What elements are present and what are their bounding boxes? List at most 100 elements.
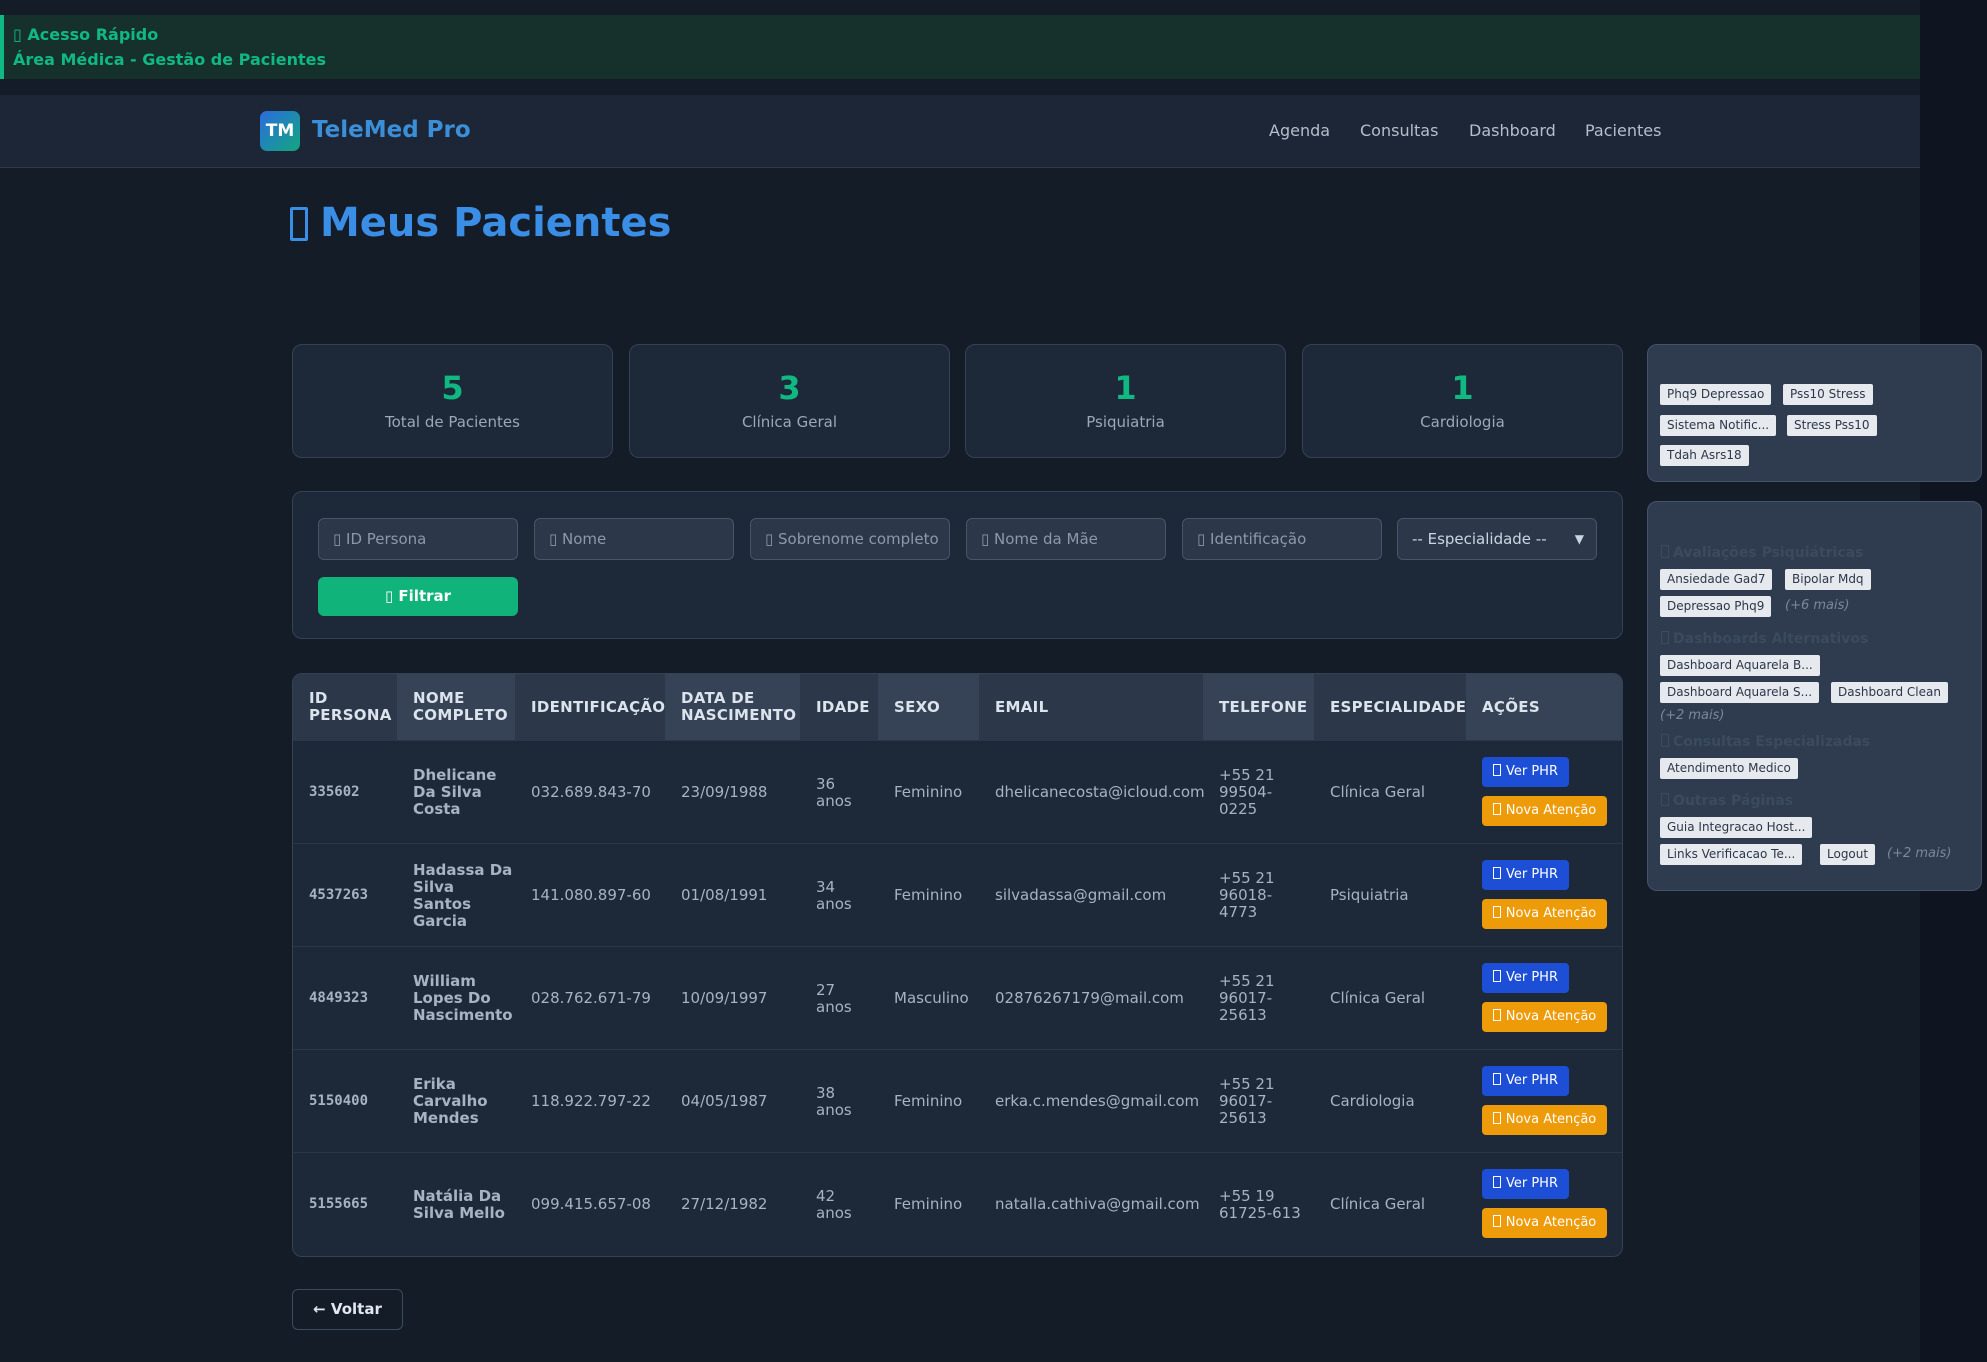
phone-line: +55 21 [1219, 869, 1275, 887]
nova-atencao-button[interactable]: Nova Atenção [1482, 1002, 1607, 1032]
header-text: ID [309, 689, 328, 707]
cell-email: dhelicanecosta@icloud.com [995, 783, 1205, 801]
nova-atencao-label: Nova Atenção [1505, 1215, 1597, 1230]
phone-line: 96017- [1219, 989, 1273, 1007]
stat-label: Cardiologia [1420, 413, 1505, 431]
table-row: 5155665 Natália Da Silva Mello 099.415.65… [293, 1152, 1622, 1256]
nav-link-pacientes[interactable]: Pacientes [1585, 121, 1661, 140]
cell-identificacao: 141.080.897-60 [531, 886, 651, 904]
plus-icon [1492, 1112, 1501, 1124]
chip-stress-pss10[interactable]: Stress Pss10 [1787, 415, 1877, 436]
nova-atencao-label: Nova Atenção [1505, 906, 1597, 921]
nome-mae-input[interactable]: ▯ Nome da Mãe [966, 518, 1166, 560]
nome-mae-placeholder: Nome da Mãe [994, 530, 1098, 548]
chip-dashboard-clean[interactable]: Dashboard Clean [1831, 682, 1948, 703]
header-text: COMPLETO [413, 706, 508, 724]
phone-line: +55 19 [1219, 1186, 1275, 1205]
header-text: NOME [413, 689, 465, 707]
filter-button[interactable]: ▯ Filtrar [318, 577, 518, 616]
header-text: NASCIMENTO [681, 706, 797, 724]
chip-ansiedade-gad7[interactable]: Ansiedade Gad7 [1660, 569, 1773, 590]
plus-icon [1492, 1215, 1501, 1227]
stat-value: 1 [1114, 369, 1137, 407]
more-link[interactable]: (+6 mais) [1785, 598, 1849, 613]
cell-sex: Feminino [894, 783, 963, 801]
more-link[interactable]: (+2 mais) [1660, 708, 1724, 723]
cell-name: William Lopes Do Nascimento [397, 947, 515, 1050]
navbar: TM TeleMed Pro Agenda Consultas Dashboar… [0, 95, 1920, 168]
patients-icon [290, 207, 308, 241]
chip-pss10-stress[interactable]: Pss10 Stress [1783, 384, 1873, 405]
nova-atencao-button[interactable]: Nova Atenção [1482, 1105, 1607, 1135]
chip-atendimento-medico[interactable]: Atendimento Medico [1660, 758, 1798, 779]
nav-link-consultas[interactable]: Consultas [1360, 121, 1438, 140]
chip-sistema-notific[interactable]: Sistema Notific... [1660, 415, 1777, 436]
ver-phr-button[interactable]: Ver PHR [1482, 1169, 1569, 1199]
nova-atencao-button[interactable]: Nova Atenção [1482, 1208, 1607, 1238]
age-value: 36 [816, 774, 836, 793]
chip-tdah-asrs18[interactable]: Tdah Asrs18 [1660, 445, 1749, 466]
header-id-persona: ID PERSONA [293, 674, 397, 740]
cell-phone: +55 19 61725-613 [1203, 1153, 1314, 1256]
name-line: Natália Da [413, 1186, 502, 1205]
cell-email: erka.c.mendes@gmail.com [995, 1092, 1200, 1110]
name-line: Erika [413, 1075, 456, 1093]
stat-label: Psiquiatria [1086, 413, 1165, 431]
identificacao-input[interactable]: ▯ Identificação [1182, 518, 1382, 560]
nav-link-dashboard[interactable]: Dashboard [1469, 121, 1556, 140]
ver-phr-button[interactable]: Ver PHR [1482, 963, 1569, 993]
chip-guia-integracao[interactable]: Guia Integracao Host... [1660, 817, 1813, 838]
id-persona-input[interactable]: ▯ ID Persona [318, 518, 518, 560]
brand-name[interactable]: TeleMed Pro [312, 117, 471, 143]
table-row: 5150400 Erika Carvalho Mendes 118.922.797-… [293, 1049, 1622, 1153]
header-identificacao: IDENTIFICAÇÃO [515, 674, 665, 740]
sobrenome-input[interactable]: ▯ Sobrenome completo [750, 518, 950, 560]
plus-icon [1492, 1009, 1501, 1021]
chip-logout[interactable]: Logout [1820, 844, 1876, 865]
page-title-text: Meus Pacientes [320, 200, 672, 246]
chip-links-verificacao[interactable]: Links Verificacao Te... [1660, 844, 1803, 865]
ver-phr-button[interactable]: Ver PHR [1482, 757, 1569, 787]
chip-phq9-depressao[interactable]: Phq9 Depressao [1660, 384, 1772, 405]
chip-bipolar-mdq[interactable]: Bipolar Mdq [1785, 569, 1871, 590]
age-unit: anos [816, 894, 852, 913]
cell-id: 335602 [309, 784, 360, 800]
ver-phr-button[interactable]: Ver PHR [1482, 860, 1569, 890]
chip-dashboard-aquarela-s[interactable]: Dashboard Aquarela S... [1660, 682, 1820, 703]
stat-card-psiquiatria: 1 Psiquiatria [965, 344, 1286, 458]
chevron-down-icon: ▼ [1574, 532, 1584, 546]
nova-atencao-button[interactable]: Nova Atenção [1482, 796, 1607, 826]
cell-identificacao: 099.415.657-08 [531, 1195, 651, 1213]
chip-depressao-phq9[interactable]: Depressao Phq9 [1660, 596, 1772, 617]
cell-birth: 27/12/1982 [681, 1195, 768, 1213]
nav-link-agenda[interactable]: Agenda [1269, 121, 1330, 140]
back-button[interactable]: ← Voltar [292, 1289, 403, 1330]
chip-dashboard-aquarela-b[interactable]: Dashboard Aquarela B... [1660, 655, 1820, 676]
section-title-text: Dashboards Alternativos [1673, 631, 1869, 647]
quick-access-subtitle: Área Médica - Gestão de Pacientes [13, 50, 326, 69]
ver-phr-button[interactable]: Ver PHR [1482, 1066, 1569, 1096]
file-icon [1492, 764, 1501, 776]
logo-icon[interactable]: TM [260, 111, 300, 151]
age-value: 42 [816, 1186, 836, 1205]
header-text: PERSONA [309, 706, 392, 724]
filter-button-label: Filtrar [398, 587, 452, 605]
name-line: Silva Mello [413, 1203, 505, 1222]
header-sexo: SEXO [878, 674, 979, 740]
more-link[interactable]: (+2 mais) [1887, 846, 1951, 861]
phone-line: +55 21 [1219, 1075, 1275, 1093]
stat-card-cardiologia: 1 Cardiologia [1302, 344, 1623, 458]
name-line: William [413, 972, 476, 990]
nova-atencao-label: Nova Atenção [1505, 1009, 1597, 1024]
cell-phone: +55 21 99504- 0225 [1203, 741, 1314, 844]
especialidade-select[interactable]: -- Especialidade -- ▼ [1397, 518, 1597, 560]
cell-age: 27 anos [800, 947, 878, 1050]
age-unit: anos [816, 1203, 852, 1222]
nome-input[interactable]: ▯ Nome [534, 518, 734, 560]
cell-id: 4537263 [309, 887, 369, 903]
header-nascimento: DATA DE NASCIMENTO [665, 674, 800, 740]
section-title: Outras Páginas [1661, 793, 1793, 809]
cell-age: 38 anos [800, 1050, 878, 1153]
cell-sex: Feminino [894, 1195, 963, 1213]
nova-atencao-button[interactable]: Nova Atenção [1482, 899, 1607, 929]
